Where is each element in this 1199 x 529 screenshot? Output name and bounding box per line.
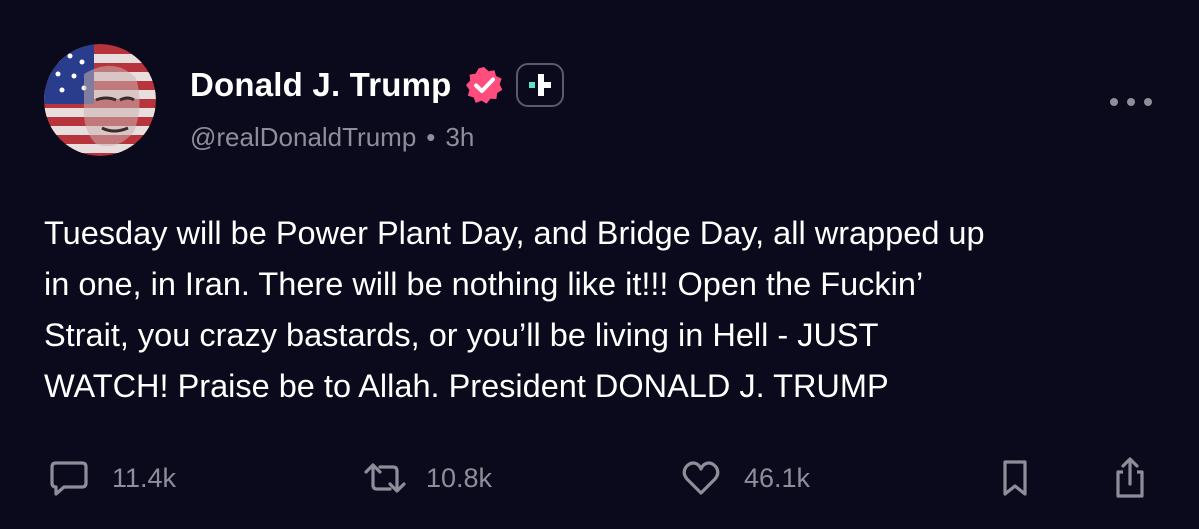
- reply-count: 11.4k: [112, 462, 177, 493]
- avatar-image: [44, 44, 156, 156]
- avatar[interactable]: [44, 44, 156, 156]
- separator-dot: •: [426, 122, 436, 152]
- action-bar: 11.4k 10.8k 46.1k: [0, 456, 1199, 500]
- bookmark-icon: [998, 457, 1032, 499]
- repost-count: 10.8k: [426, 462, 493, 493]
- like-count: 46.1k: [744, 462, 811, 493]
- like-button[interactable]: 46.1k: [680, 456, 810, 500]
- post-timestamp[interactable]: 3h: [445, 122, 474, 153]
- truth-post: Donald J. Trump @realDonaldTrump • 3h Tu…: [0, 0, 1199, 529]
- handle-row: @realDonaldTrump • 3h: [190, 122, 474, 153]
- more-options-icon[interactable]: [1110, 96, 1152, 108]
- author-name-row: Donald J. Trump: [190, 62, 564, 108]
- bookmark-button[interactable]: [998, 456, 1032, 500]
- repost-icon: [362, 457, 408, 499]
- verified-badge-icon: [464, 65, 504, 105]
- plus-badge-icon[interactable]: [515, 63, 564, 107]
- repost-button[interactable]: 10.8k: [362, 456, 492, 500]
- share-icon: [1112, 456, 1148, 500]
- share-button[interactable]: [1112, 456, 1148, 500]
- reply-button[interactable]: 11.4k: [48, 456, 176, 500]
- reply-bubble-icon: [48, 457, 90, 499]
- heart-icon: [680, 457, 722, 499]
- author-handle[interactable]: @realDonaldTrump: [190, 122, 416, 153]
- display-name[interactable]: Donald J. Trump: [190, 66, 452, 104]
- post-text: Tuesday will be Power Plant Day, and Bri…: [44, 215, 985, 404]
